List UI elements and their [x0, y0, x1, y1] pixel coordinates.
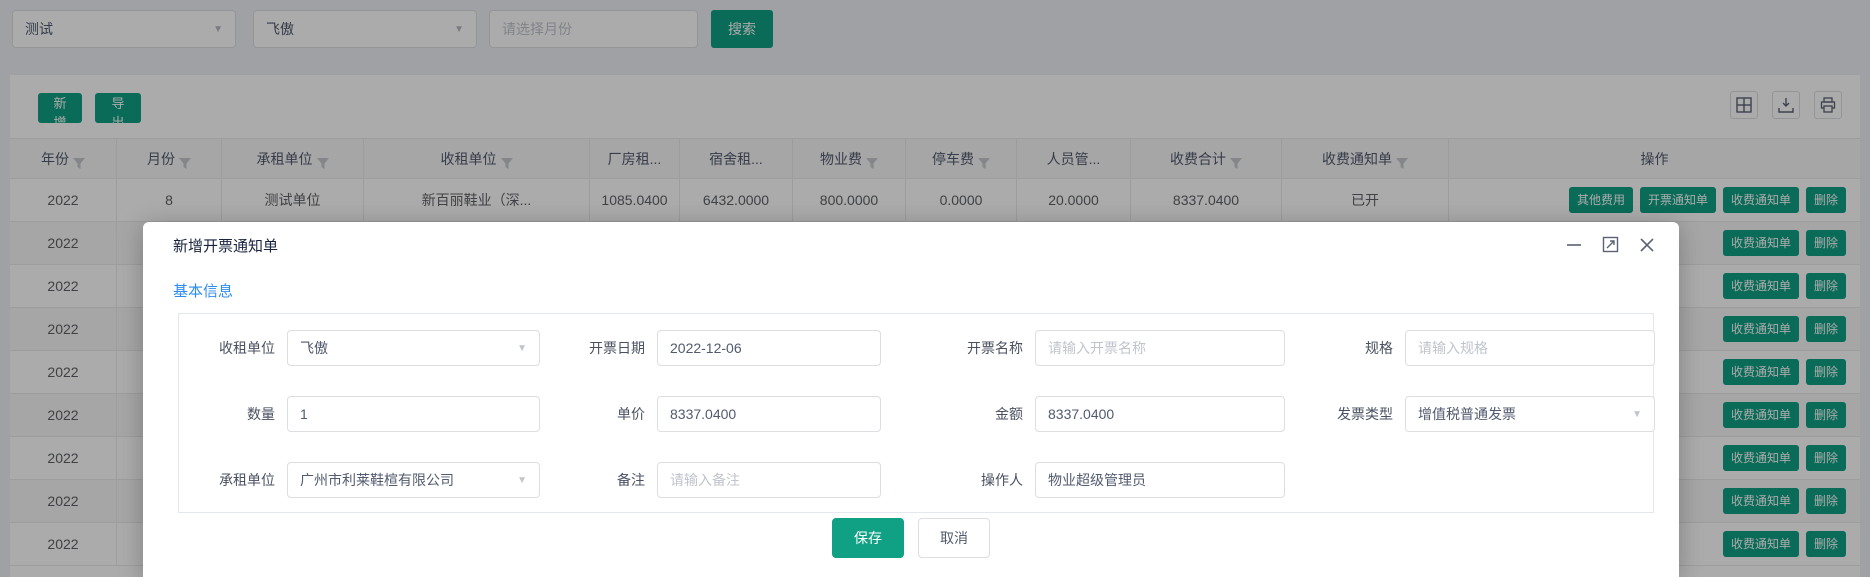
quantity-label: 数量 [179, 396, 275, 432]
invoice-name-input[interactable] [1035, 330, 1285, 366]
invoice-type-select-value: 增值税普通发票 [1418, 404, 1516, 424]
form-row-1: 收租单位 飞傲 ▼ 开票日期 开票名称 规格 [179, 330, 1653, 366]
add-invoice-notice-modal: 新增开票通知单 基本信息 收租单位 飞傲 ▼ 开票日期 开票 [143, 222, 1679, 577]
spec-label: 规格 [1317, 330, 1393, 366]
remark-field[interactable] [670, 472, 868, 488]
spec-input[interactable] [1405, 330, 1655, 366]
remark-input[interactable] [657, 462, 881, 498]
invoice-date-input[interactable] [657, 330, 881, 366]
quantity-field[interactable] [300, 406, 527, 422]
tenant-select[interactable]: 广州市利莱鞋楦有限公司 ▼ [287, 462, 540, 498]
invoice-type-select[interactable]: 增值税普通发票 ▼ [1405, 396, 1655, 432]
modal-title: 新增开票通知单 [173, 235, 278, 256]
amount-field[interactable] [1048, 406, 1272, 422]
amount-label: 金额 [937, 396, 1023, 432]
close-icon[interactable] [1639, 237, 1655, 253]
operator-input[interactable] [1035, 462, 1285, 498]
modal-footer: 保存 取消 [143, 518, 1679, 558]
unit-price-field[interactable] [670, 406, 868, 422]
invoice-name-field[interactable] [1048, 340, 1272, 356]
remark-label: 备注 [557, 462, 645, 498]
save-button[interactable]: 保存 [832, 518, 904, 558]
invoice-type-label: 发票类型 [1317, 396, 1393, 432]
landlord-select-value: 飞傲 [300, 338, 328, 358]
basic-info-form: 收租单位 飞傲 ▼ 开票日期 开票名称 规格 数量 单价 [178, 313, 1654, 513]
form-row-2: 数量 单价 金额 发票类型 增值税普通发票 ▼ [179, 396, 1653, 432]
chevron-down-icon: ▼ [517, 343, 527, 354]
fullscreen-icon[interactable] [1602, 236, 1619, 253]
operator-label: 操作人 [937, 462, 1023, 498]
tenant-label: 承租单位 [179, 462, 275, 498]
chevron-down-icon: ▼ [1632, 409, 1642, 420]
amount-input[interactable] [1035, 396, 1285, 432]
modal-header: 新增开票通知单 [143, 222, 1679, 266]
minimize-icon[interactable] [1566, 237, 1582, 253]
unit-price-input[interactable] [657, 396, 881, 432]
invoice-date-field[interactable] [670, 340, 868, 356]
unit-price-label: 单价 [557, 396, 645, 432]
quantity-input[interactable] [287, 396, 540, 432]
tenant-select-value: 广州市利莱鞋楦有限公司 [300, 470, 454, 490]
landlord-select[interactable]: 飞傲 ▼ [287, 330, 540, 366]
invoice-date-label: 开票日期 [557, 330, 645, 366]
section-title-basic-info: 基本信息 [173, 280, 233, 301]
form-row-3: 承租单位 广州市利莱鞋楦有限公司 ▼ 备注 操作人 [179, 462, 1653, 498]
cancel-button[interactable]: 取消 [918, 518, 990, 558]
invoice-name-label: 开票名称 [937, 330, 1023, 366]
landlord-label: 收租单位 [179, 330, 275, 366]
operator-field[interactable] [1048, 472, 1272, 488]
window-controls [1566, 236, 1655, 253]
spec-field[interactable] [1418, 340, 1642, 356]
chevron-down-icon: ▼ [517, 475, 527, 486]
